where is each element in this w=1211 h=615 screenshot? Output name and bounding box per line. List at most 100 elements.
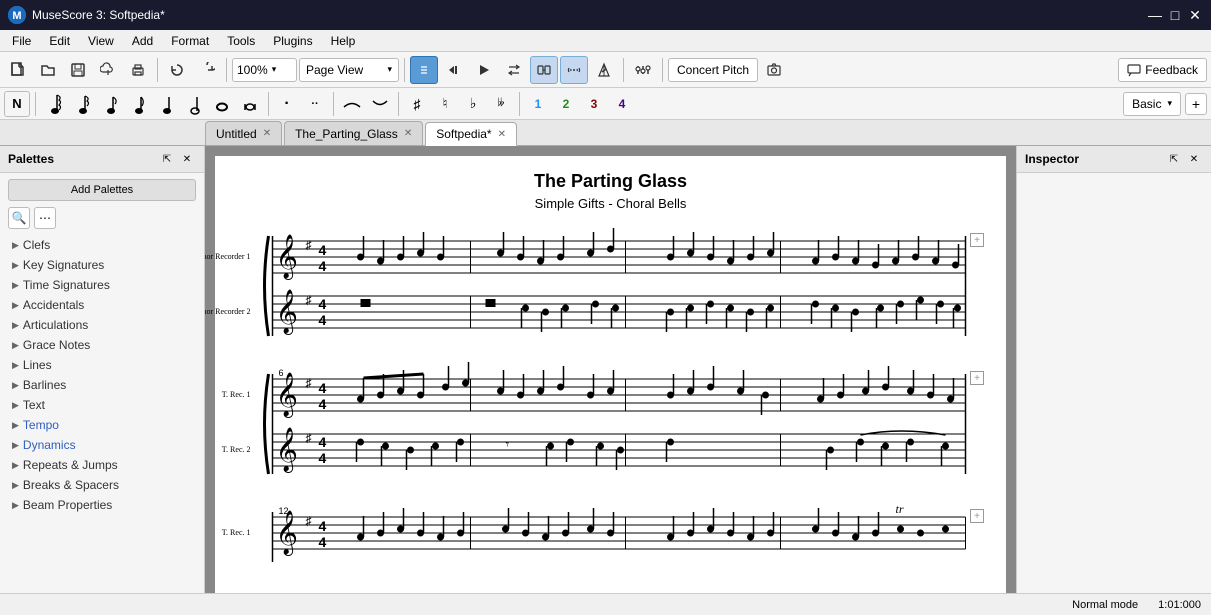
palette-search-button[interactable]: 🔍 (8, 207, 30, 229)
duration-quarter[interactable] (153, 91, 179, 117)
maximize-btn[interactable]: □ (1167, 7, 1183, 23)
palette-item-dynamics[interactable]: ▶ Dynamics (0, 435, 204, 455)
menu-tools[interactable]: Tools (219, 32, 263, 50)
duration-whole[interactable] (209, 91, 235, 117)
menu-format[interactable]: Format (163, 32, 217, 50)
feedback-button[interactable]: Feedback (1118, 58, 1207, 82)
system-1-add-icon[interactable]: + (970, 233, 984, 247)
dot-button[interactable]: · (274, 91, 300, 117)
redo-button[interactable] (193, 56, 221, 84)
duration-64th[interactable] (41, 91, 67, 117)
palette-item-grace-notes[interactable]: ▶ Grace Notes (0, 335, 204, 355)
key-sig-arrow: ▶ (12, 260, 19, 271)
flat-button[interactable]: ♭ (460, 91, 486, 117)
palette-item-articulations[interactable]: ▶ Articulations (0, 315, 204, 335)
screenshot-button[interactable] (760, 56, 788, 84)
menu-view[interactable]: View (80, 32, 122, 50)
feedback-label: Feedback (1145, 63, 1198, 77)
voice-4-button[interactable]: 4 (609, 91, 635, 117)
voice-3-button[interactable]: 3 (581, 91, 607, 117)
menu-add[interactable]: Add (124, 32, 161, 50)
svg-text:𝄾: 𝄾 (506, 436, 510, 452)
tab-untitled[interactable]: Untitled ✕ (205, 121, 282, 145)
palette-close-btn[interactable]: ✕ (178, 150, 196, 168)
duration-8th[interactable] (125, 91, 151, 117)
status-bar: Normal mode 1:01:000 (0, 593, 1211, 615)
metronome-button[interactable] (590, 56, 618, 84)
add-style-button[interactable]: + (1185, 93, 1207, 115)
new-file-button[interactable] (4, 56, 32, 84)
palette-item-repeats-jumps[interactable]: ▶ Repeats & Jumps (0, 455, 204, 475)
cloud-save-button[interactable] (94, 56, 122, 84)
duration-double-whole[interactable] (237, 91, 263, 117)
play-button[interactable] (470, 56, 498, 84)
palette-item-barlines[interactable]: ▶ Barlines (0, 375, 204, 395)
voice-2-button[interactable]: 2 (553, 91, 579, 117)
voice-1-button[interactable]: 1 (525, 91, 551, 117)
tab-softpedia-close[interactable]: ✕ (498, 129, 506, 140)
palette-item-time-signatures[interactable]: ▶ Time Signatures (0, 275, 204, 295)
note-input-toggle[interactable]: N (4, 91, 30, 117)
add-palettes-button[interactable]: Add Palettes (8, 179, 196, 201)
mono-button[interactable] (530, 56, 558, 84)
tab-parting-glass-close[interactable]: ✕ (404, 128, 412, 139)
natural-button[interactable]: ♮ (432, 91, 458, 117)
save-button[interactable] (64, 56, 92, 84)
stereo-button[interactable] (560, 56, 588, 84)
inspector-expand-btn[interactable]: ⇱ (1165, 150, 1183, 168)
zoom-value: 100% (237, 63, 268, 77)
duration-half[interactable] (181, 91, 207, 117)
minimize-btn[interactable]: — (1147, 7, 1163, 23)
open-file-button[interactable] (34, 56, 62, 84)
system-3-add-icon[interactable]: + (970, 509, 984, 523)
undo-button[interactable] (163, 56, 191, 84)
menu-plugins[interactable]: Plugins (265, 32, 320, 50)
palette-item-breaks-spacers[interactable]: ▶ Breaks & Spacers (0, 475, 204, 495)
score-canvas[interactable]: The Parting Glass Simple Gifts - Choral … (205, 146, 1016, 593)
palette-search-row: 🔍 ⋯ (0, 207, 204, 235)
menu-file[interactable]: File (4, 32, 39, 50)
tab-untitled-label: Untitled (216, 127, 257, 141)
double-flat-button[interactable]: 𝄫 (488, 91, 514, 117)
menu-edit[interactable]: Edit (41, 32, 78, 50)
menu-help[interactable]: Help (323, 32, 364, 50)
loop2-button[interactable] (500, 56, 528, 84)
sharp-button[interactable]: ♯ (404, 91, 430, 117)
view-mode-select[interactable]: Page View ▾ (299, 58, 399, 82)
palette-expand-btn[interactable]: ⇱ (158, 150, 176, 168)
concert-pitch-button[interactable]: Concert Pitch (668, 58, 758, 82)
palette-item-key-signatures[interactable]: ▶ Key Signatures (0, 255, 204, 275)
duration-16th[interactable] (97, 91, 123, 117)
tab-softpedia[interactable]: Softpedia* ✕ (425, 122, 517, 146)
tab-untitled-close[interactable]: ✕ (263, 128, 271, 139)
duration-32nd[interactable] (69, 91, 95, 117)
repeats-arrow: ▶ (12, 460, 19, 471)
inspector-close-btn[interactable]: ✕ (1185, 150, 1203, 168)
close-btn[interactable]: ✕ (1187, 7, 1203, 23)
system-2-add-icon[interactable]: + (970, 371, 984, 385)
slur-button[interactable] (339, 91, 365, 117)
tab-parting-glass[interactable]: The_Parting_Glass ✕ (284, 121, 423, 145)
palette-item-lines[interactable]: ▶ Lines (0, 355, 204, 375)
palette-item-tempo[interactable]: ▶ Tempo (0, 415, 204, 435)
loop-toggle[interactable] (410, 56, 438, 84)
system-1: + (235, 231, 986, 344)
print-button[interactable] (124, 56, 152, 84)
zoom-select[interactable]: 100% ▾ (232, 58, 297, 82)
palette-item-clefs[interactable]: ▶ Clefs (0, 235, 204, 255)
palette-header: Palettes ⇱ ✕ (0, 146, 204, 173)
tie-button[interactable] (367, 91, 393, 117)
palette-more-button[interactable]: ⋯ (34, 207, 56, 229)
score-subtitle: Simple Gifts - Choral Bells (235, 196, 986, 211)
double-dot-button[interactable]: ·· (302, 91, 328, 117)
palette-item-beam-properties[interactable]: ▶ Beam Properties (0, 495, 204, 515)
svg-text:tr: tr (896, 502, 904, 516)
time-sig-arrow: ▶ (12, 280, 19, 291)
palette-item-text[interactable]: ▶ Text (0, 395, 204, 415)
mixer-button[interactable] (629, 56, 657, 84)
rewind-button[interactable] (440, 56, 468, 84)
style-dropdown[interactable]: Basic ▾ (1123, 92, 1181, 116)
palette-item-accidentals[interactable]: ▶ Accidentals (0, 295, 204, 315)
inspector-header: Inspector ⇱ ✕ (1017, 146, 1211, 173)
beam-label: Beam Properties (23, 498, 112, 512)
